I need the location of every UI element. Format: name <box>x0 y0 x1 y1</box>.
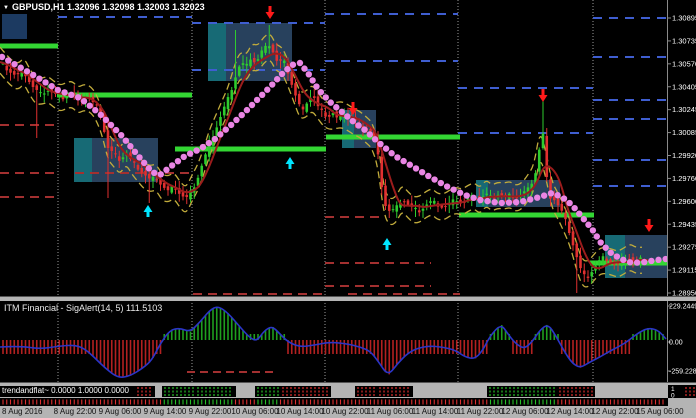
trend-segment <box>255 386 281 397</box>
time-label: 15 Aug 06:00 <box>636 407 684 416</box>
time-label: 12 Aug 06:00 <box>501 407 549 416</box>
price-label: 1.29115 <box>672 266 696 275</box>
time-label: 8 Aug 2016 <box>2 407 43 416</box>
price-label: 1.29600 <box>672 197 696 206</box>
range-box-teal <box>74 138 92 182</box>
time-label: 9 Aug 14:00 <box>144 407 187 416</box>
price-label: 1.29760 <box>672 174 696 183</box>
price-label: 1.30570 <box>672 59 696 68</box>
price-label: 1.29435 <box>672 220 696 229</box>
time-label: 12 Aug 14:00 <box>546 407 594 416</box>
price-label: 1.29920 <box>672 151 696 160</box>
price-label: 1.30405 <box>672 82 696 91</box>
price-scale: 1.30895 1.30735 1.30570 1.30405 1.30245 1.300… <box>668 0 696 398</box>
price-label: 1.30735 <box>672 36 696 45</box>
price-label: 1.30245 <box>672 105 696 114</box>
indicator-label: ITM Financial - SigAlert(14, 5) 111.5103 <box>4 303 162 313</box>
price-label: 1.30895 <box>672 14 696 23</box>
indicator-scale-label: 0.00 <box>669 340 683 347</box>
price-label: 1.29275 <box>672 243 696 252</box>
mt4-chart-window: 1.30895 1.30735 1.30570 1.30405 1.30245 1.300… <box>0 0 696 418</box>
time-label: 11 Aug 22:00 <box>457 407 504 416</box>
indicator-scale-label: 229.2449 <box>669 304 696 311</box>
time-label: 8 Aug 22:00 <box>54 407 97 416</box>
time-axis: 8 Aug 2016 8 Aug 22:009 Aug 06:009 Aug 14… <box>0 398 696 418</box>
chart-title: ▼GBPUSD,H1 1.32096 1.32098 1.32003 1.320… <box>3 2 205 12</box>
time-label: 10 Aug 06:00 <box>231 407 279 416</box>
time-label: 11 Aug 14:00 <box>412 407 459 416</box>
trend-indicator-label: trendandflat~ 0.0000 1.0000 0.0000 <box>2 386 129 395</box>
time-label: 10 Aug 22:00 <box>321 407 369 416</box>
range-box <box>2 14 27 39</box>
chart-canvas[interactable]: 1.30895 1.30735 1.30570 1.30405 1.30245 1.300… <box>0 0 696 418</box>
time-label: 12 Aug 22:00 <box>591 407 639 416</box>
time-label: 9 Aug 22:00 <box>189 407 232 416</box>
symbol-dropdown-icon[interactable]: ▼ <box>3 5 9 11</box>
indicator-scale-label: -259.2286 <box>669 369 696 376</box>
time-label: 10 Aug 14:00 <box>276 407 324 416</box>
chart-title-text: GBPUSD,H1 1.32096 1.32098 1.32003 1.3202… <box>12 2 205 12</box>
price-label: 1.30085 <box>672 128 696 137</box>
time-label: 11 Aug 06:00 <box>367 407 414 416</box>
time-label: 9 Aug 06:00 <box>99 407 142 416</box>
range-box-teal <box>208 23 226 81</box>
